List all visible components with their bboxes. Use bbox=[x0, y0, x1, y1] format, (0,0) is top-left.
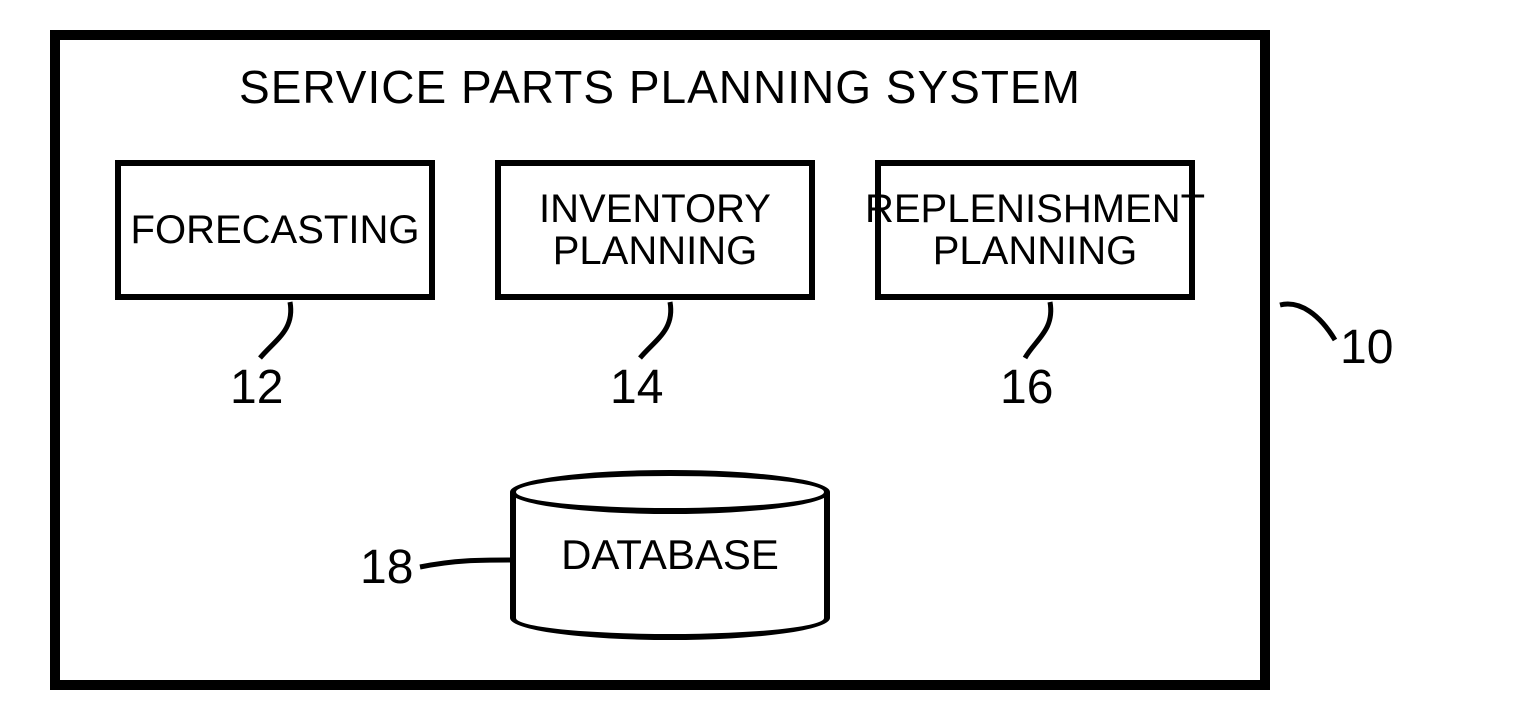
diagram-canvas: SERVICE PARTS PLANNING SYSTEM FORECASTIN… bbox=[0, 0, 1533, 721]
lead-line-system bbox=[0, 0, 1533, 721]
